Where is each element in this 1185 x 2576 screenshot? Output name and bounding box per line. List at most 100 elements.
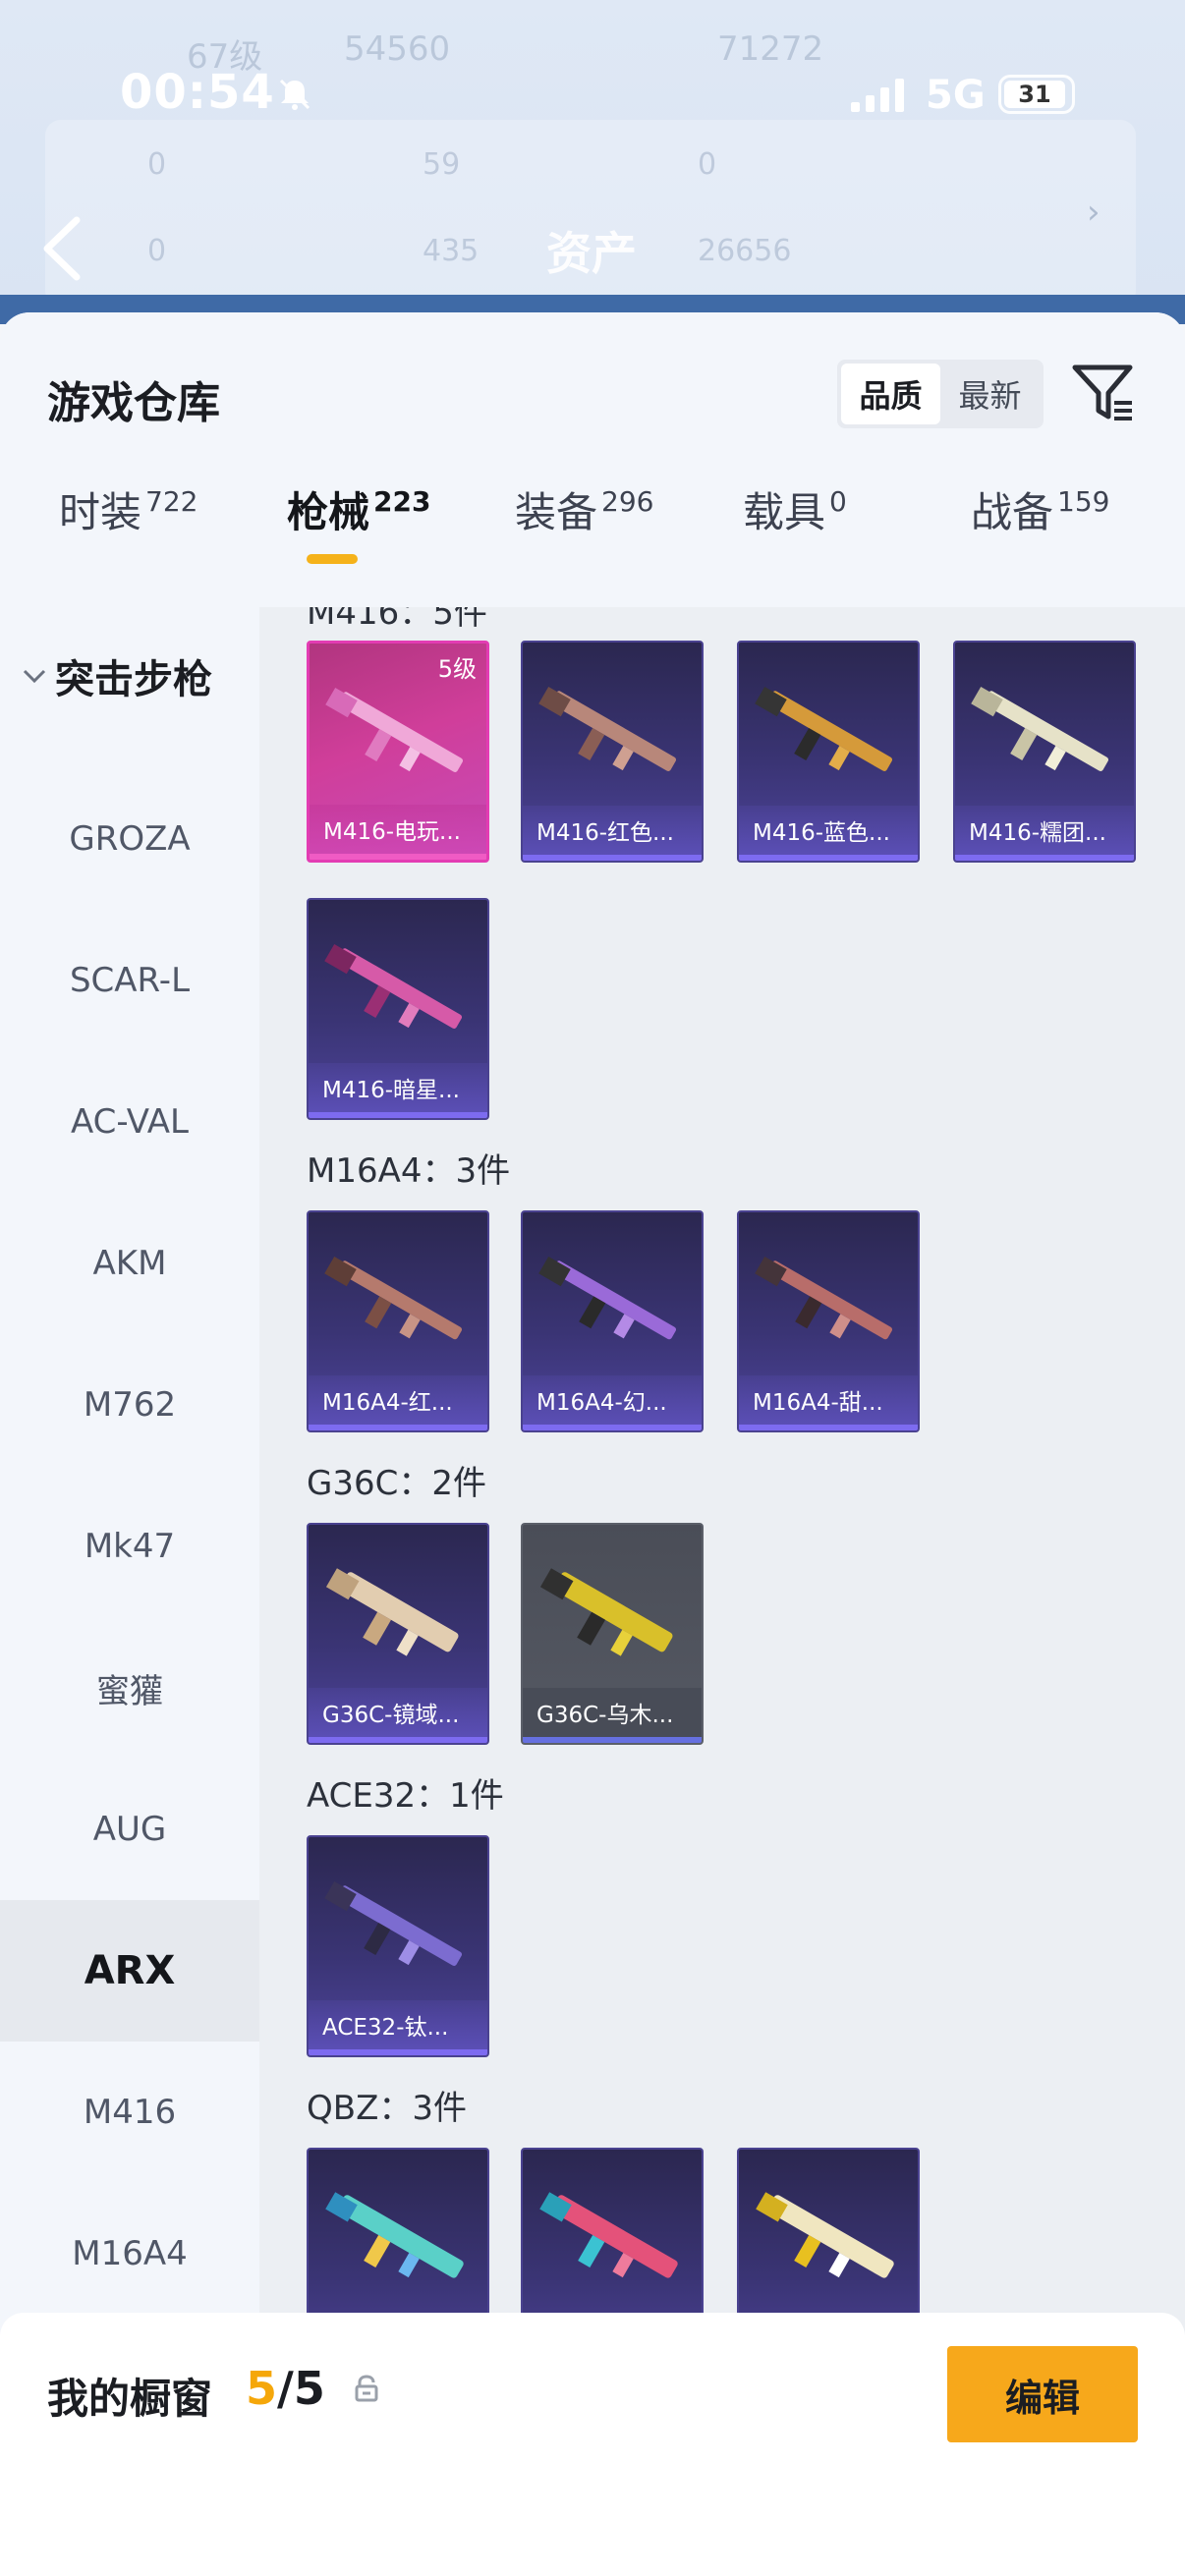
- edit-button[interactable]: 编辑: [947, 2346, 1138, 2442]
- warehouse-sheet: 游戏仓库 品质 最新 时装 722 枪械 223 装备 296 载具 0 战备 159 突…: [0, 312, 1185, 2576]
- network-type: 5G: [926, 73, 986, 118]
- signal-icon: [851, 79, 904, 112]
- weapon-name: G36C-镜域...: [309, 1688, 487, 1737]
- ghost-stat: 0: [147, 234, 167, 268]
- weapon-card[interactable]: M16A4-幻...: [521, 1210, 704, 1432]
- rifle-icon: [325, 687, 464, 772]
- weapon-card[interactable]: G36C-乌木...: [521, 1523, 704, 1745]
- battery-level: 31: [1004, 81, 1065, 108]
- weapon-name: M16A4-幻...: [523, 1375, 702, 1425]
- sort-latest-button[interactable]: 最新: [940, 364, 1040, 424]
- rifle-icon: [755, 1256, 893, 1340]
- tab-count: 296: [601, 485, 654, 518]
- ghost-coins: 54560: [344, 29, 451, 69]
- weapon-card[interactable]: G36C-镜域...: [307, 1523, 489, 1745]
- weapon-card[interactable]: M416-暗星...: [307, 898, 489, 1120]
- tab-label: 时装: [59, 488, 142, 536]
- sort-toggle: 品质 最新: [837, 360, 1044, 428]
- rifle-icon: [755, 686, 893, 771]
- group-title-g36c: G36C：2件: [307, 1464, 486, 1503]
- group-title-ace32: ACE32：1件: [307, 1776, 504, 1816]
- weapon-card[interactable]: M16A4-红...: [307, 1210, 489, 1432]
- rifle-icon: [539, 2192, 678, 2278]
- sidebar-item-m16a4[interactable]: M16A4: [0, 2183, 259, 2324]
- tab-label: 战备: [971, 488, 1054, 536]
- tab-label: 装备: [515, 488, 598, 536]
- tab-label: 载具: [743, 488, 826, 536]
- lock-icon: [355, 2375, 378, 2402]
- sidebar-item-akm[interactable]: AKM: [0, 1193, 259, 1334]
- weapon-name: M416-暗星...: [309, 1063, 487, 1112]
- sidebar-item-ac-val[interactable]: AC-VAL: [0, 1051, 259, 1193]
- active-tab-indicator: [307, 554, 358, 564]
- weapon-name: M416-电玩...: [310, 805, 486, 854]
- group-title-m16a4: M16A4：3件: [307, 1151, 511, 1191]
- sidebar-item-m416[interactable]: M416: [0, 2042, 259, 2183]
- sidebar-item-m762[interactable]: M762: [0, 1334, 259, 1476]
- sidebar-item-aug[interactable]: AUG: [0, 1759, 259, 1900]
- weapon-name: M416-红色...: [523, 806, 702, 855]
- sidebar-item-honey-badger[interactable]: 蜜獾: [0, 1617, 259, 1759]
- rarity-stripe: [523, 855, 702, 861]
- ghost-score: 71272: [717, 29, 824, 69]
- tab-count: 722: [145, 485, 198, 518]
- weapon-card[interactable]: M416-蓝色...: [737, 641, 920, 863]
- tab-equipment[interactable]: 装备 296: [515, 479, 653, 539]
- sidebar-item-scar-l[interactable]: SCAR-L: [0, 910, 259, 1051]
- weapon-name: M16A4-甜...: [739, 1375, 918, 1425]
- tab-fashion[interactable]: 时装 722: [59, 479, 198, 539]
- ghost-stat: 26656: [698, 234, 792, 268]
- sidebar-item-groza[interactable]: GROZA: [0, 768, 259, 910]
- rifle-icon: [539, 1568, 673, 1656]
- bell-muted-icon: [279, 79, 310, 110]
- showcase-current: 5: [246, 2362, 278, 2415]
- ghost-stat: 435: [423, 234, 480, 268]
- rifle-icon: [971, 686, 1109, 771]
- sidebar-item-mk47[interactable]: Mk47: [0, 1476, 259, 1617]
- group-title-qbz: QBZ：3件: [307, 2089, 468, 2128]
- weapon-card[interactable]: M416-糯团...: [953, 641, 1136, 863]
- weapon-card[interactable]: M416-红色...: [521, 641, 704, 863]
- tab-count: 0: [829, 485, 847, 518]
- weapon-name: G36C-乌木...: [523, 1688, 702, 1737]
- back-icon[interactable]: [39, 214, 85, 283]
- sort-quality-button[interactable]: 品质: [841, 364, 940, 424]
- page-title: 资产: [546, 227, 637, 280]
- category-tabs: 时装 722 枪械 223 装备 296 载具 0 战备 159: [0, 479, 1185, 588]
- tab-label: 枪械: [287, 488, 370, 536]
- rarity-stripe: [523, 1737, 702, 1743]
- rifle-icon: [324, 1880, 463, 1966]
- sidebar-group-assault-rifles[interactable]: 突击步枪: [0, 637, 259, 715]
- rifle-icon: [538, 1256, 677, 1340]
- rarity-stripe: [739, 855, 918, 861]
- rifle-icon: [325, 2192, 464, 2278]
- weapon-card[interactable]: 5级 M416-电玩...: [307, 641, 489, 863]
- ghost-stat: 59: [423, 147, 461, 182]
- rifle-icon: [324, 1256, 463, 1340]
- showcase-total: /5: [277, 2362, 325, 2415]
- showcase-count: 5/5: [246, 2362, 325, 2415]
- rarity-stripe: [523, 1425, 702, 1430]
- tab-gear[interactable]: 战备 159: [971, 479, 1109, 539]
- rifle-icon: [538, 686, 677, 771]
- weapon-card[interactable]: ACE32-钛...: [307, 1835, 489, 2057]
- sidebar-item-arx[interactable]: ARX: [0, 1900, 259, 2042]
- chevron-down-icon: [23, 669, 46, 684]
- tab-guns[interactable]: 枪械 223: [287, 479, 430, 539]
- weapon-name: M416-糯团...: [955, 806, 1134, 855]
- rifle-icon: [756, 2192, 894, 2278]
- sheet-title: 游戏仓库: [47, 378, 220, 428]
- rarity-stripe: [309, 1425, 487, 1430]
- rarity-stripe: [310, 854, 486, 860]
- rarity-stripe: [955, 855, 1134, 861]
- status-time: 00:54: [120, 65, 275, 120]
- weapon-type-sidebar: 突击步枪 GROZA SCAR-L AC-VAL AKM M762 Mk47 蜜…: [0, 607, 259, 2576]
- sidebar-group-label: 突击步枪: [55, 657, 212, 702]
- weapon-card[interactable]: M16A4-甜...: [737, 1210, 920, 1432]
- tab-vehicles[interactable]: 载具 0: [743, 479, 847, 539]
- filter-icon[interactable]: [1071, 362, 1136, 424]
- weapon-name: M416-蓝色...: [739, 806, 918, 855]
- tab-count: 159: [1057, 485, 1110, 518]
- rifle-icon: [324, 943, 463, 1029]
- weapon-name: M16A4-红...: [309, 1375, 487, 1425]
